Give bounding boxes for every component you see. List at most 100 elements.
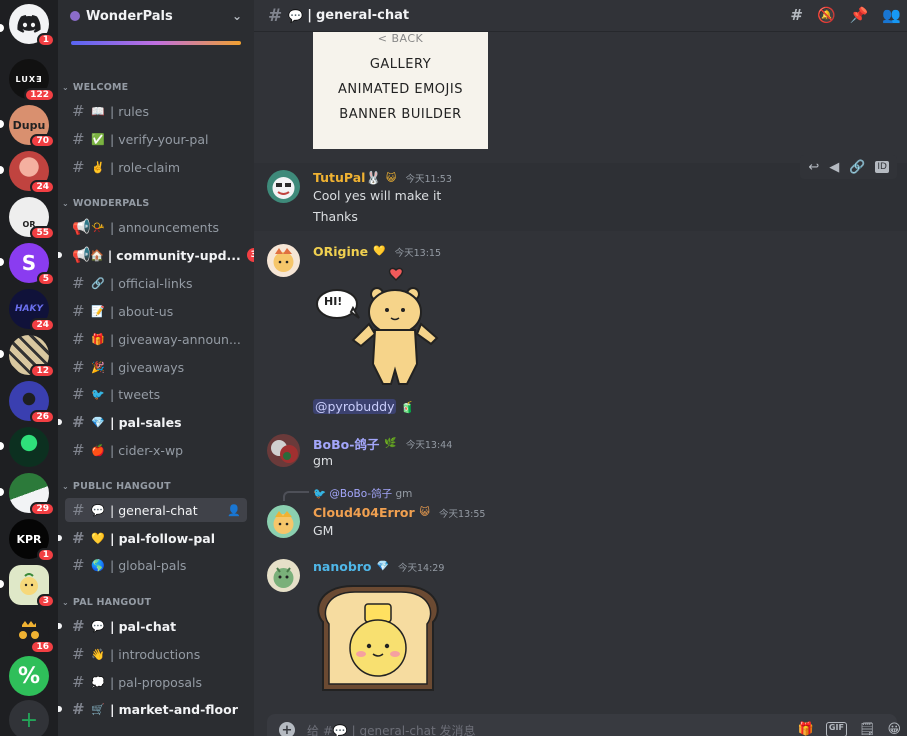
channel-pal-proposals[interactable]: # 💭 | pal-proposals — [65, 670, 247, 694]
reply-preview[interactable]: 🐦 @BoBo-鸽子 gm — [313, 486, 412, 501]
server-icon[interactable]: S5 — [9, 243, 55, 286]
mention-badge: 24 — [30, 318, 55, 332]
channel-giveaway-announcements[interactable]: # 🎁 | giveaway-announ... — [65, 327, 247, 351]
category-welcome[interactable]: ⌄ WELCOME — [62, 82, 128, 93]
channel-introductions[interactable]: # 👋 | introductions — [65, 642, 247, 666]
add-server-button[interactable]: + — [9, 700, 49, 736]
category-wonderpals[interactable]: ⌄ WONDERPALS — [62, 198, 149, 209]
toast-sticker[interactable] — [313, 582, 443, 700]
unread-indicator — [58, 706, 62, 712]
link-icon[interactable]: 🔗 — [849, 160, 865, 175]
server-icon[interactable]: KPR 1 — [9, 519, 55, 562]
category-pal-hangout[interactable]: ⌄ PAL HANGOUT — [62, 597, 151, 608]
hash-icon: # — [72, 385, 85, 403]
mention-badge: 12 — [30, 364, 55, 378]
message-timestamp: 今天13:55 — [439, 508, 486, 520]
server-icon[interactable]: 29 — [9, 473, 55, 516]
menu-item-banner-builder[interactable]: BANNER BUILDER — [313, 107, 488, 122]
id-icon[interactable]: ID — [875, 161, 889, 173]
chevron-down-icon: ⌄ — [62, 83, 69, 92]
reply-icon[interactable]: ↩ — [808, 160, 819, 175]
guild-boost-icon — [70, 11, 80, 21]
menu-item-gallery[interactable]: GALLERY — [313, 57, 488, 72]
message-author[interactable]: TutuPal🐰 😺 今天11:53 — [313, 170, 452, 186]
server-icon[interactable]: HAKY 24 — [9, 289, 55, 332]
home-server-button[interactable]: 1 — [9, 4, 55, 47]
server-icon[interactable]: 3 — [9, 565, 55, 608]
boost-progress-bar[interactable] — [71, 41, 241, 45]
channel-about-us[interactable]: # 📝 | about-us — [65, 299, 247, 323]
channel-official-links[interactable]: # 🔗 | official-links — [65, 271, 247, 295]
message-author[interactable]: Cloud404Error 😺 今天13:55 — [313, 505, 485, 520]
channel-pal-follow-pal[interactable]: # 💛 | pal-follow-pal — [58, 526, 247, 550]
server-icon[interactable]: % — [9, 656, 49, 696]
server-icon[interactable]: Dupu 70 — [9, 105, 55, 148]
pin-icon[interactable]: 📌 — [850, 6, 869, 24]
channel-verify-your-pal[interactable]: # ✅ | verify-your-pal — [65, 127, 247, 151]
menu-item-animated-emojis[interactable]: ANIMATED EMOJIS — [313, 82, 488, 97]
plus-circle-icon[interactable]: + — [279, 722, 295, 736]
channel-market-and-floor[interactable]: # 🛒 | market-and-floor — [58, 697, 247, 721]
avatar[interactable] — [267, 505, 300, 538]
channel-global-pals[interactable]: # 🌎 | global-pals — [65, 553, 247, 577]
threads-icon[interactable]: # — [790, 6, 803, 24]
reply-connector — [283, 491, 309, 501]
avatar[interactable] — [267, 170, 300, 203]
mute-bell-icon[interactable]: 🔕 — [817, 6, 836, 24]
member-list-icon[interactable]: 👥 — [882, 6, 901, 24]
channel-community-updates[interactable]: 📢 🏠 | community-upd... 3 — [58, 243, 254, 267]
sticker-icon[interactable]: 🗒 — [859, 722, 876, 736]
hash-icon: # — [72, 102, 85, 120]
back-link[interactable]: < BACK — [313, 32, 488, 45]
tag-icon[interactable]: ◀ — [829, 160, 839, 175]
megaphone-icon: 📢 — [72, 218, 91, 236]
mention-badge: 122 — [24, 88, 55, 102]
avatar[interactable] — [267, 559, 300, 592]
hash-icon: # — [72, 501, 85, 519]
message-input-placeholder[interactable]: 给 #💬 | general-chat 发消息 — [307, 722, 476, 736]
unread-pill — [0, 166, 4, 174]
chevron-down-icon: ⌄ — [62, 482, 69, 491]
hash-icon: # — [72, 529, 85, 547]
server-icon[interactable]: 16 — [9, 611, 55, 654]
mention-badge: 24 — [30, 180, 55, 194]
message-author[interactable]: ORigine 💛 今天13:15 — [313, 244, 441, 259]
message-author[interactable]: BoBo-鸽子 🌿 今天13:44 — [313, 434, 452, 453]
message-text: gm — [313, 453, 334, 468]
channel-role-claim[interactable]: # ✌️ | role-claim — [65, 155, 247, 179]
hash-icon: # — [72, 330, 85, 348]
mention-badge: 70 — [30, 134, 55, 148]
avatar[interactable] — [267, 434, 300, 467]
avatar[interactable] — [267, 244, 300, 277]
channel-announcements[interactable]: 📢 📯 | announcements — [65, 215, 247, 239]
reply-avatar-icon: 🐦 — [313, 488, 327, 500]
server-icon[interactable]: OR 55 — [9, 197, 55, 240]
server-icon[interactable]: 26 — [9, 381, 55, 424]
bear-sticker[interactable]: HI! — [313, 264, 443, 392]
user-mention[interactable]: @pyrobuddy — [313, 399, 397, 414]
channel-cider-x-wp[interactable]: # 🍎 | cider-x-wp — [65, 438, 247, 462]
mention-badge: 5 — [36, 272, 55, 286]
mention-badge: 29 — [30, 502, 55, 516]
gift-icon[interactable]: 🎁 — [798, 722, 814, 736]
server-icon[interactable]: 24 — [9, 151, 55, 194]
guild-header[interactable]: WonderPals ⌄ — [58, 0, 254, 32]
channel-rules[interactable]: # 📖 | rules — [65, 99, 247, 123]
channel-tweets[interactable]: # 🐦 | tweets — [65, 382, 247, 406]
chevron-down-icon[interactable]: ⌄ — [232, 9, 242, 23]
invite-member-icon[interactable]: 👤 — [227, 504, 241, 517]
gif-button[interactable]: GIF — [825, 722, 847, 736]
channel-pal-sales[interactable]: # 💎 | pal-sales — [58, 410, 247, 434]
server-icon[interactable]: LUX∃ 122 — [9, 59, 55, 102]
server-icon[interactable]: 12 — [9, 335, 55, 378]
message-author[interactable]: nanobro 💎 今天14:29 — [313, 559, 444, 574]
message-text: @pyrobuddy 🧃 — [313, 399, 414, 414]
emoji-picker-icon[interactable]: 😀 — [887, 722, 901, 736]
channel-pal-chat[interactable]: # 💬 | pal-chat — [58, 614, 247, 638]
channel-giveaways[interactable]: # 🎉 | giveaways — [65, 355, 247, 379]
server-icon[interactable] — [9, 427, 49, 467]
category-public-hangout[interactable]: ⌄ PUBLIC HANGOUT — [62, 481, 171, 492]
channel-title: general-chat — [315, 8, 410, 23]
hash-icon: # — [72, 673, 85, 691]
channel-general-chat[interactable]: # 💬 | general-chat 👤 — [65, 498, 247, 522]
